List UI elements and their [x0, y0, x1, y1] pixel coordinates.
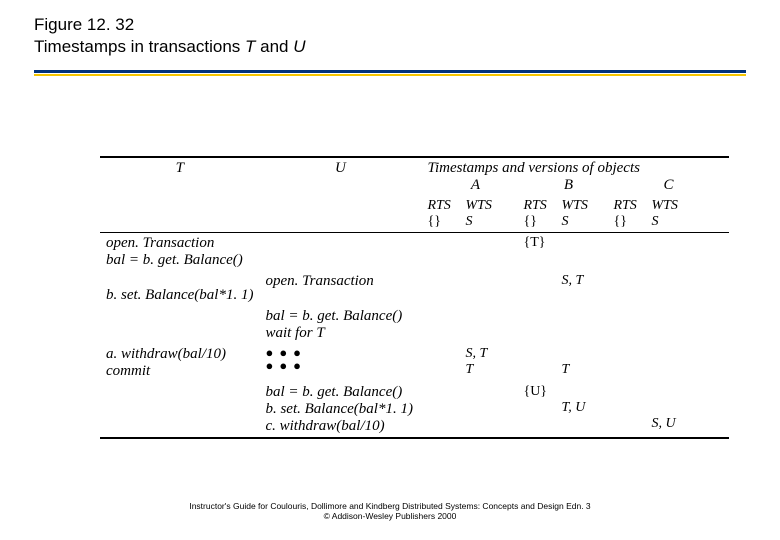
step-4-T: a. withdraw(bal/10) commit	[100, 344, 259, 382]
step-2: b. set. Balance(bal*1. 1) open. Transact…	[100, 271, 729, 306]
title-U: U	[293, 37, 305, 56]
B-WTS-T: T	[561, 362, 599, 378]
step-4-T-line1: a. withdraw(bal/10)	[106, 346, 253, 363]
step-1: open. Transaction bal = b. get. Balance(…	[100, 233, 729, 272]
step-4-T-line2: commit	[106, 363, 253, 380]
step-3-U-line1: bal = b. get. Balance()	[265, 308, 415, 325]
title-line-1: Figure 12. 32	[34, 14, 305, 36]
step-3: bal = b. get. Balance() wait for T	[100, 306, 729, 344]
object-headers: A B C	[427, 177, 723, 194]
B-RTS-T: {T}	[523, 235, 561, 251]
header-row-1: T U Timestamps and versions of objects A…	[100, 157, 729, 196]
B-WTS-label: WTS	[561, 198, 599, 214]
B-WTS-TU: T, U	[561, 400, 599, 416]
step-2-ts: S, T	[427, 273, 723, 289]
ts-caption: Timestamps and versions of objects	[427, 160, 723, 177]
step-2-T: b. set. Balance(bal*1. 1)	[100, 271, 259, 306]
title-T: T	[245, 37, 255, 56]
footer-line-1: Instructor's Guide for Coulouris, Dollim…	[0, 501, 780, 512]
ts-initial: RTS WTS RTS WTS RTS WTS {} S {} S	[427, 198, 723, 230]
step-1-T: open. Transaction bal = b. get. Balance(…	[100, 233, 259, 272]
C-RTS-init: {}	[613, 214, 651, 230]
footer-line-2: © Addison-Wesley Publishers 2000	[0, 511, 780, 522]
C-WTS-init: S	[651, 214, 689, 230]
step-5-U-line3: c. withdraw(bal/10)	[265, 418, 415, 435]
C-RTS-label: RTS	[613, 198, 651, 214]
step-1-T-line2: bal = b. get. Balance()	[106, 252, 253, 269]
step-5-U-line1: bal = b. get. Balance()	[265, 384, 415, 401]
col-header-T: T	[100, 157, 259, 196]
divider	[34, 70, 746, 76]
step-4: a. withdraw(bal/10) commit ●●● ●●● S, T …	[100, 344, 729, 382]
step-2-U: open. Transaction	[259, 271, 421, 306]
B-RTS-label: RTS	[523, 198, 561, 214]
step-4-ts: S, T T T	[427, 346, 723, 378]
step-4-U-dots: ●●● ●●●	[259, 344, 421, 382]
step-5-ts: {U} T, U S, U	[427, 384, 723, 432]
title-and: and	[255, 37, 293, 56]
step-3-U-line2: wait for T	[265, 325, 415, 342]
title-line-2: Timestamps in transactions T and U	[34, 36, 305, 58]
A-WTS-T: T	[465, 362, 503, 378]
C-WTS-SU: S, U	[651, 416, 689, 432]
A-WTS-ST: S, T	[465, 346, 503, 362]
slide: Figure 12. 32 Timestamps in transactions…	[0, 0, 780, 540]
C-WTS-label: WTS	[651, 198, 689, 214]
A-RTS-label: RTS	[427, 198, 465, 214]
figure-title: Figure 12. 32 Timestamps in transactions…	[34, 14, 305, 58]
obj-A: A	[427, 177, 523, 194]
B-RTS-U: {U}	[523, 384, 561, 400]
obj-B: B	[523, 177, 613, 194]
B-WTS-init: S	[561, 214, 599, 230]
step-5-U: bal = b. get. Balance() b. set. Balance(…	[259, 382, 421, 438]
col-header-U: U	[259, 157, 421, 196]
step-1-T-line1: open. Transaction	[106, 235, 253, 252]
footer: Instructor's Guide for Coulouris, Dollim…	[0, 501, 780, 522]
dots-2: ●●●	[265, 359, 415, 372]
A-WTS-init: S	[465, 214, 503, 230]
header-row-2: RTS WTS RTS WTS RTS WTS {} S {} S	[100, 196, 729, 233]
B-WTS-ST: S, T	[561, 273, 599, 289]
col-header-timestamps: Timestamps and versions of objects A B C	[421, 157, 729, 196]
step-5: bal = b. get. Balance() b. set. Balance(…	[100, 382, 729, 438]
timestamps-table: T U Timestamps and versions of objects A…	[100, 156, 729, 439]
obj-C: C	[613, 177, 723, 194]
B-RTS-init: {}	[523, 214, 561, 230]
step-3-U: bal = b. get. Balance() wait for T	[259, 306, 421, 344]
step-1-ts: {T}	[427, 235, 723, 251]
step-5-U-line2: b. set. Balance(bal*1. 1)	[265, 401, 415, 418]
A-RTS-init: {}	[427, 214, 465, 230]
title-text: Timestamps in transactions	[34, 37, 245, 56]
A-WTS-label: WTS	[465, 198, 503, 214]
step-2-T-line: b. set. Balance(bal*1. 1)	[106, 287, 253, 304]
